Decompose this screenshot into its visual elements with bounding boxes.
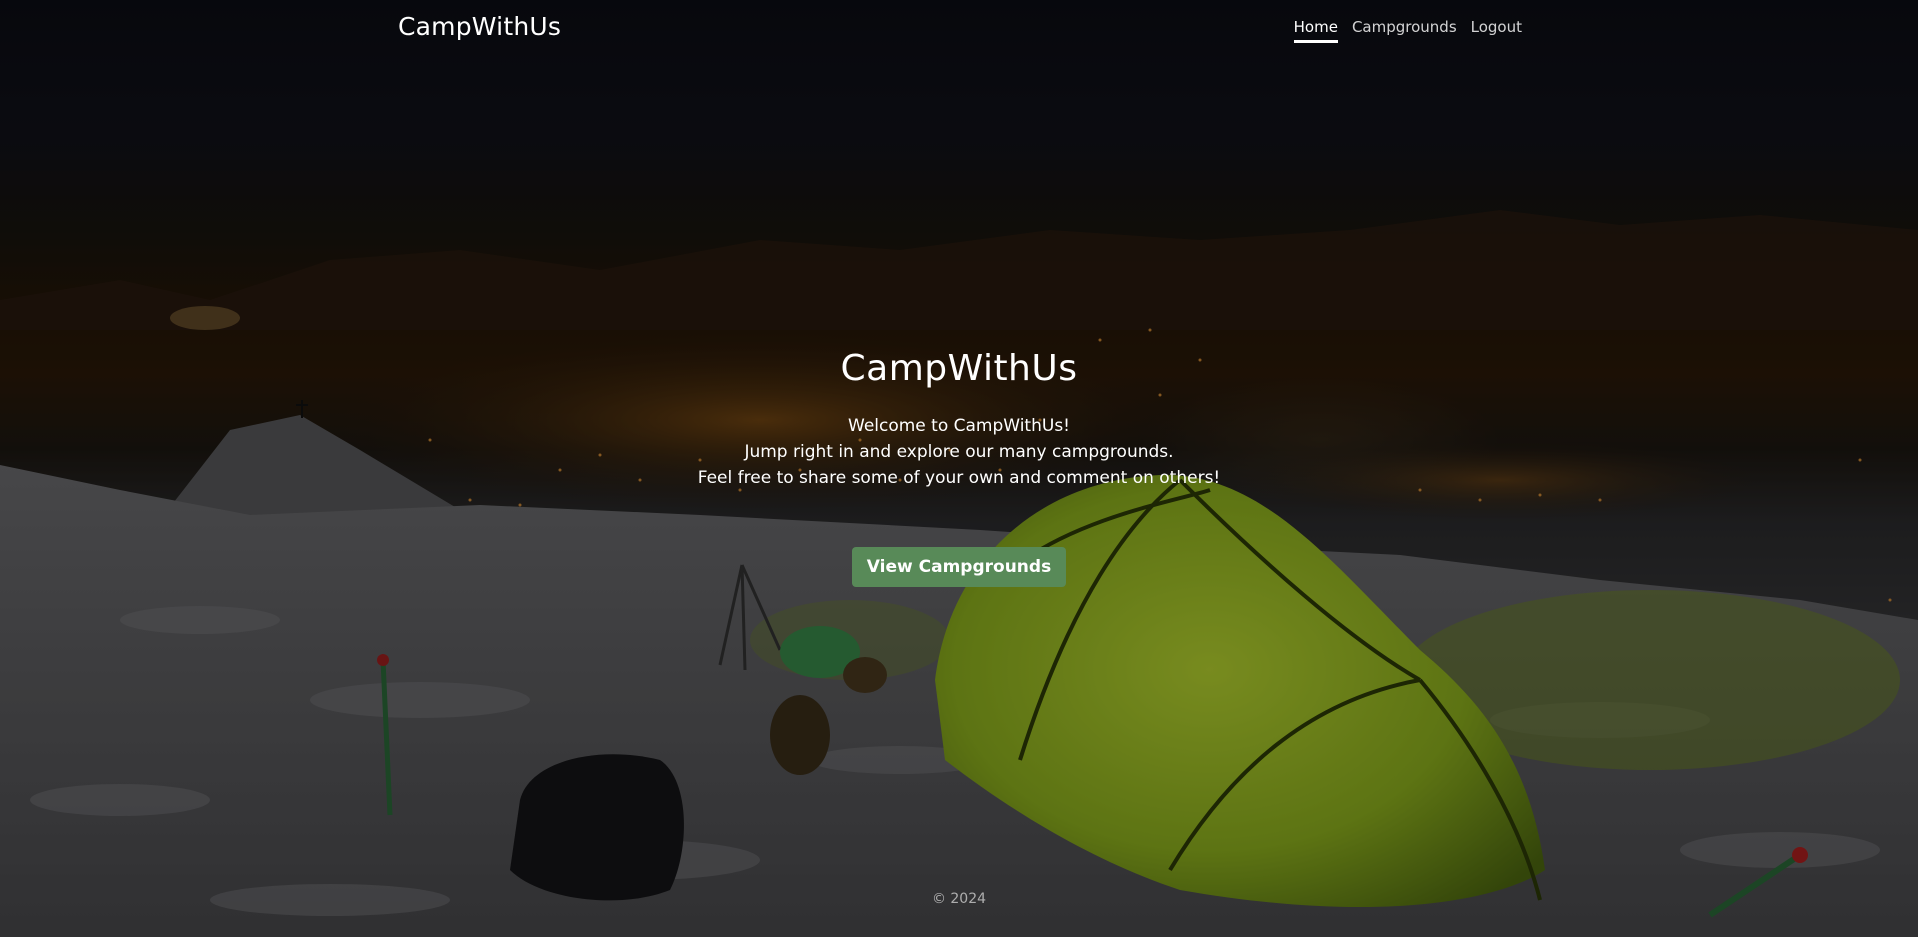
footer-copyright: © 2024 bbox=[931, 891, 987, 907]
nav-links: Home Campgrounds Logout bbox=[1293, 18, 1522, 43]
top-navbar: CampWithUs Home Campgrounds Logout bbox=[0, 0, 1918, 56]
nav-item-logout[interactable]: Logout bbox=[1471, 18, 1522, 43]
view-campgrounds-button[interactable]: View Campgrounds bbox=[851, 547, 1067, 587]
brand-logo[interactable]: CampWithUs bbox=[398, 12, 561, 41]
hero-welcome-text: Welcome to CampWithUs! bbox=[848, 416, 1070, 436]
hero-title: CampWithUs bbox=[840, 348, 1078, 389]
landing-page: CampWithUs Home Campgrounds Logout CampW… bbox=[0, 0, 1918, 937]
nav-item-campgrounds[interactable]: Campgrounds bbox=[1352, 18, 1457, 43]
hero-share-text: Feel free to share some of your own and … bbox=[697, 468, 1221, 488]
nav-item-home[interactable]: Home bbox=[1293, 18, 1338, 43]
hero-section: CampWithUs Welcome to CampWithUs! Jump r… bbox=[0, 348, 1918, 587]
hero-explore-text: Jump right in and explore our many campg… bbox=[744, 442, 1174, 462]
